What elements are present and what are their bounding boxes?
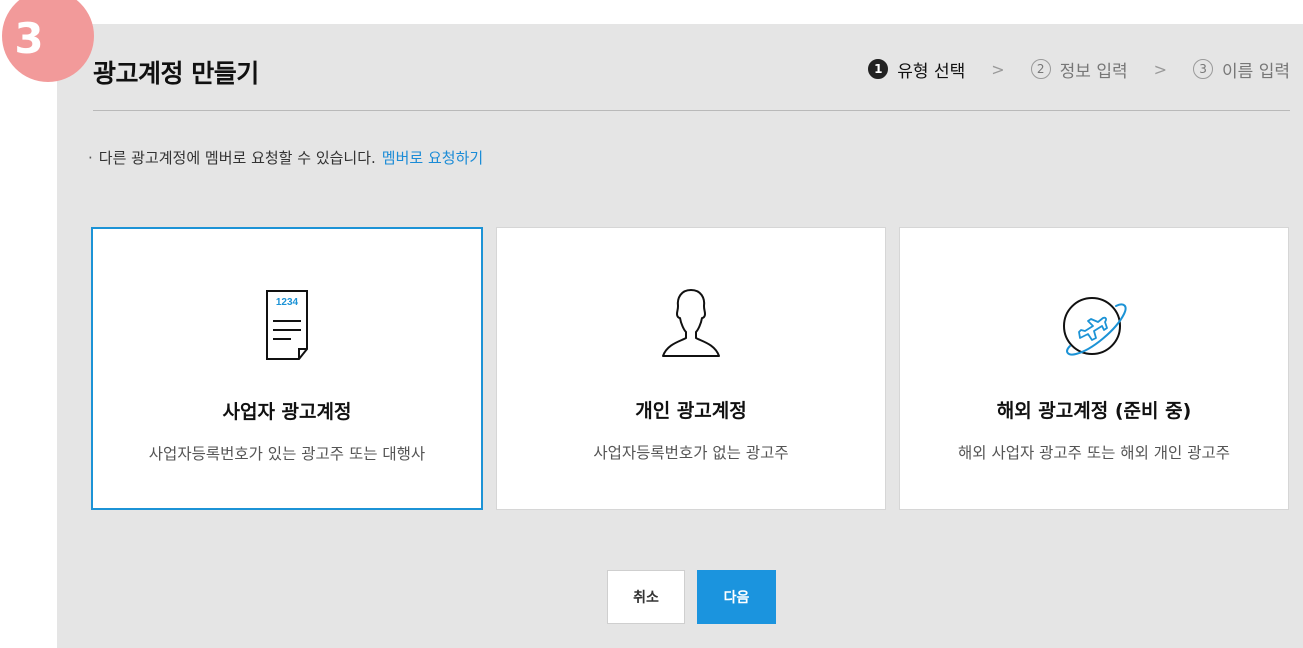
step-2: 2 정보 입력 [1030,57,1128,82]
person-icon [662,289,720,357]
chevron-right-icon: > [1153,59,1168,79]
business-account-desc: 사업자등록번호가 있는 광고주 또는 대행사 [148,445,426,463]
request-member-link[interactable]: 멤버로 요청하기 [382,149,483,167]
step-2-number: 2 [1030,59,1051,79]
business-account-title: 사업자 광고계정 [222,401,352,423]
chevron-right-icon: > [991,59,1005,79]
personal-account-title: 개인 광고계정 [635,400,747,422]
globe-airplane-icon [1063,297,1127,356]
next-button[interactable]: 다음 [697,570,776,624]
step-indicator: 1 유형 선택 > 2 정보 입력 > 3 이름 입력 [868,55,1290,83]
personal-account-desc: 사업자등록번호가 없는 광고주 [593,444,789,462]
step-3-label: 이름 입력 [1222,61,1290,82]
step-2-label: 정보 입력 [1059,61,1128,82]
cancel-button[interactable]: 취소 [607,570,685,624]
step-1-label: 유형 선택 [897,61,966,82]
notice-text: · 다른 광고계정에 멤버로 요청할 수 있습니다. 멤버로 요청하기 [88,147,483,168]
account-type-options: 1234 사업자 광고계정 사업자등록번호가 있는 광고주 또는 대행사 개인 … [91,227,1289,510]
notice-message: 다른 광고계정에 멤버로 요청할 수 있습니다. [98,149,376,167]
personal-account-card[interactable]: 개인 광고계정 사업자등록번호가 없는 광고주 [496,227,886,510]
page-title: 광고계정 만들기 [93,59,259,88]
overseas-account-title: 해외 광고계정 (준비 중) [996,400,1192,422]
overseas-account-desc: 해외 사업자 광고주 또는 해외 개인 광고주 [958,444,1230,462]
business-account-card[interactable]: 1234 사업자 광고계정 사업자등록번호가 있는 광고주 또는 대행사 [91,227,483,510]
step-3: 3 이름 입력 [1193,57,1290,82]
bullet: · [88,149,93,167]
overseas-account-card[interactable]: 해외 광고계정 (준비 중) 해외 사업자 광고주 또는 해외 개인 광고주 [899,227,1289,510]
business-document-icon: 1234 [266,290,308,360]
business-icon-number: 1234 [276,297,299,308]
header-divider [93,110,1290,111]
step-3-number: 3 [1193,59,1214,79]
step-1: 1 유형 선택 [868,57,965,82]
step-1-number: 1 [868,59,889,79]
